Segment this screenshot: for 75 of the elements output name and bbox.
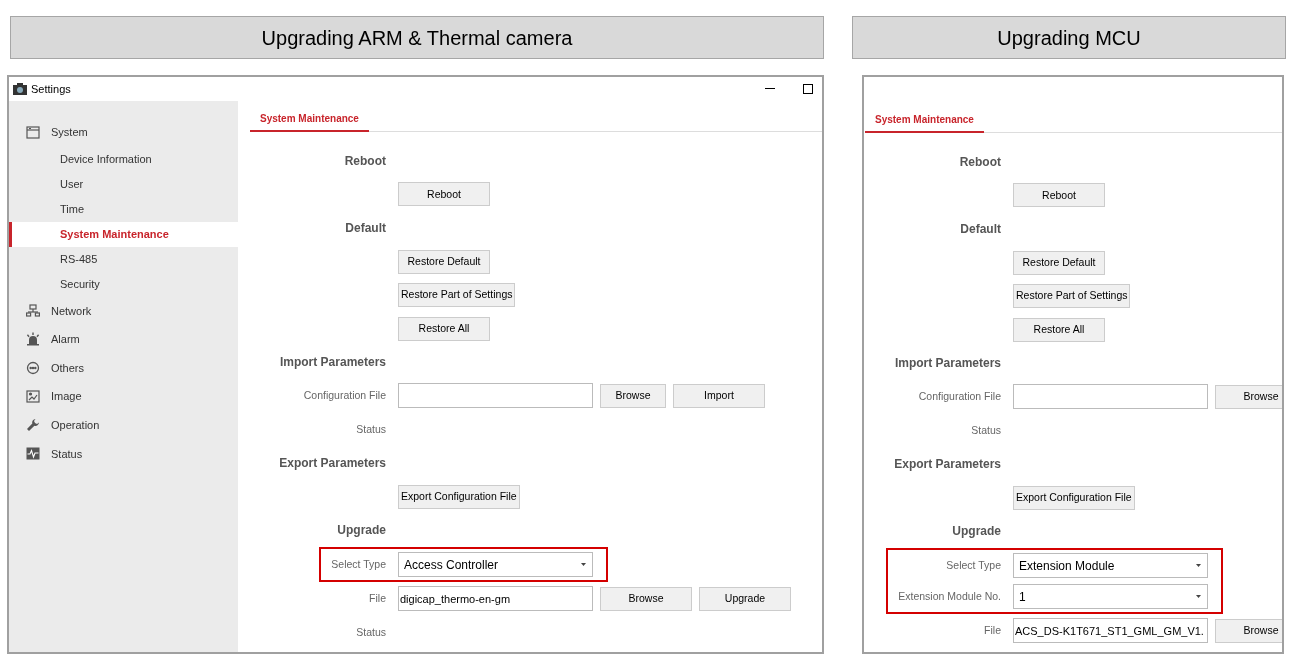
action-button[interactable]: Reboot	[398, 182, 490, 207]
action-button[interactable]: Export Configuration File	[1013, 485, 1135, 510]
figure-heading: Upgrading MCU	[852, 16, 1286, 59]
section-title: Import Parameters	[893, 355, 1002, 373]
file-path-field[interactable]	[1013, 384, 1208, 410]
sidebar-item[interactable]: Others	[9, 353, 238, 383]
sidebar-subitem[interactable]: Device Information	[9, 146, 238, 172]
section-title: Export Parameters	[278, 455, 387, 473]
field-label: Status	[970, 422, 1002, 438]
section-tab[interactable]: System Maintenance	[865, 112, 984, 133]
window-title: Settings	[31, 81, 71, 97]
action-button[interactable]: Import	[673, 383, 765, 408]
sidebar-item[interactable]: Image	[9, 382, 238, 411]
menu-icon	[26, 303, 40, 318]
sidebar-subitem[interactable]: User	[9, 171, 238, 197]
sidebar-subitem[interactable]: Time	[9, 196, 238, 222]
sidebar-subitem[interactable]: System Maintenance	[9, 221, 238, 247]
action-button[interactable]: Export Configuration File	[398, 484, 520, 509]
sidebar-item[interactable]: Status	[9, 439, 238, 469]
caret-icon	[1196, 595, 1201, 599]
section-tab[interactable]: System Maintenance	[250, 111, 369, 132]
field-label: File	[983, 623, 1002, 639]
file-path-field[interactable]	[398, 383, 593, 409]
sidebar-subitem[interactable]: Security	[9, 271, 238, 297]
action-button[interactable]: Browse	[1215, 618, 1282, 643]
dropdown[interactable]: 1	[1013, 584, 1208, 610]
field-label: File	[368, 591, 387, 607]
section-title: Reboot	[958, 153, 1002, 171]
menu-icon	[26, 332, 40, 347]
minimize-icon	[765, 88, 775, 90]
caret-icon	[581, 563, 586, 567]
action-button[interactable]: Restore All	[398, 316, 490, 341]
action-button[interactable]: Browse	[1215, 384, 1282, 409]
action-button[interactable]: Restore Default	[398, 249, 490, 274]
menu-icon	[26, 389, 40, 404]
action-button[interactable]: Restore Part of Settings	[398, 283, 516, 308]
field-label: Configuration File	[917, 389, 1002, 405]
camera-icon	[13, 83, 27, 95]
section-title: Upgrade	[336, 522, 387, 540]
sidebar-item[interactable]: System	[9, 118, 238, 147]
action-button[interactable]: Restore All	[1013, 317, 1105, 342]
action-button[interactable]: Restore Default	[1013, 250, 1105, 275]
section-title: Export Parameters	[893, 456, 1002, 474]
maximize-button[interactable]	[802, 83, 814, 95]
action-button[interactable]: Browse	[600, 586, 692, 611]
file-path-field[interactable]: digicap_thermo-en-gm	[398, 586, 593, 612]
action-button[interactable]: Restore Part of Settings	[1013, 284, 1131, 309]
menu-icon	[26, 361, 40, 376]
caret-icon	[1196, 564, 1201, 568]
field-label: Status	[355, 624, 387, 640]
action-button[interactable]: Browse	[600, 383, 666, 408]
section-title: Default	[344, 220, 387, 237]
sidebar-item[interactable]: Network	[9, 296, 238, 326]
sidebar-item[interactable]: Operation	[9, 410, 238, 440]
dropdown[interactable]: Extension Module	[1013, 553, 1208, 579]
file-path-field[interactable]: ACS_DS-K1T671_ST1_GML_GM_V1.	[1013, 618, 1208, 644]
sidebar-item[interactable]: Alarm	[9, 325, 238, 354]
menu-icon	[26, 446, 40, 461]
action-button[interactable]: Upgrade	[699, 586, 791, 611]
section-title: Import Parameters	[278, 354, 387, 372]
action-button[interactable]: Reboot	[1013, 183, 1105, 208]
section-title: Upgrade	[951, 523, 1002, 541]
menu-icon	[26, 418, 40, 433]
figure-heading: Upgrading ARM & Thermal camera	[10, 16, 824, 59]
field-label: Status	[355, 421, 387, 437]
section-title: Reboot	[343, 152, 387, 170]
field-label: Configuration File	[302, 388, 387, 404]
field-label: Extension Module No.	[898, 588, 1001, 604]
section-title: Default	[959, 221, 1002, 238]
field-label: Select Type	[945, 557, 1001, 573]
sidebar-subitem[interactable]: RS-485	[9, 246, 238, 272]
maximize-icon	[803, 84, 813, 94]
dropdown[interactable]: Access Controller	[398, 552, 593, 578]
field-label: Select Type	[331, 556, 386, 572]
menu-icon	[26, 125, 40, 140]
